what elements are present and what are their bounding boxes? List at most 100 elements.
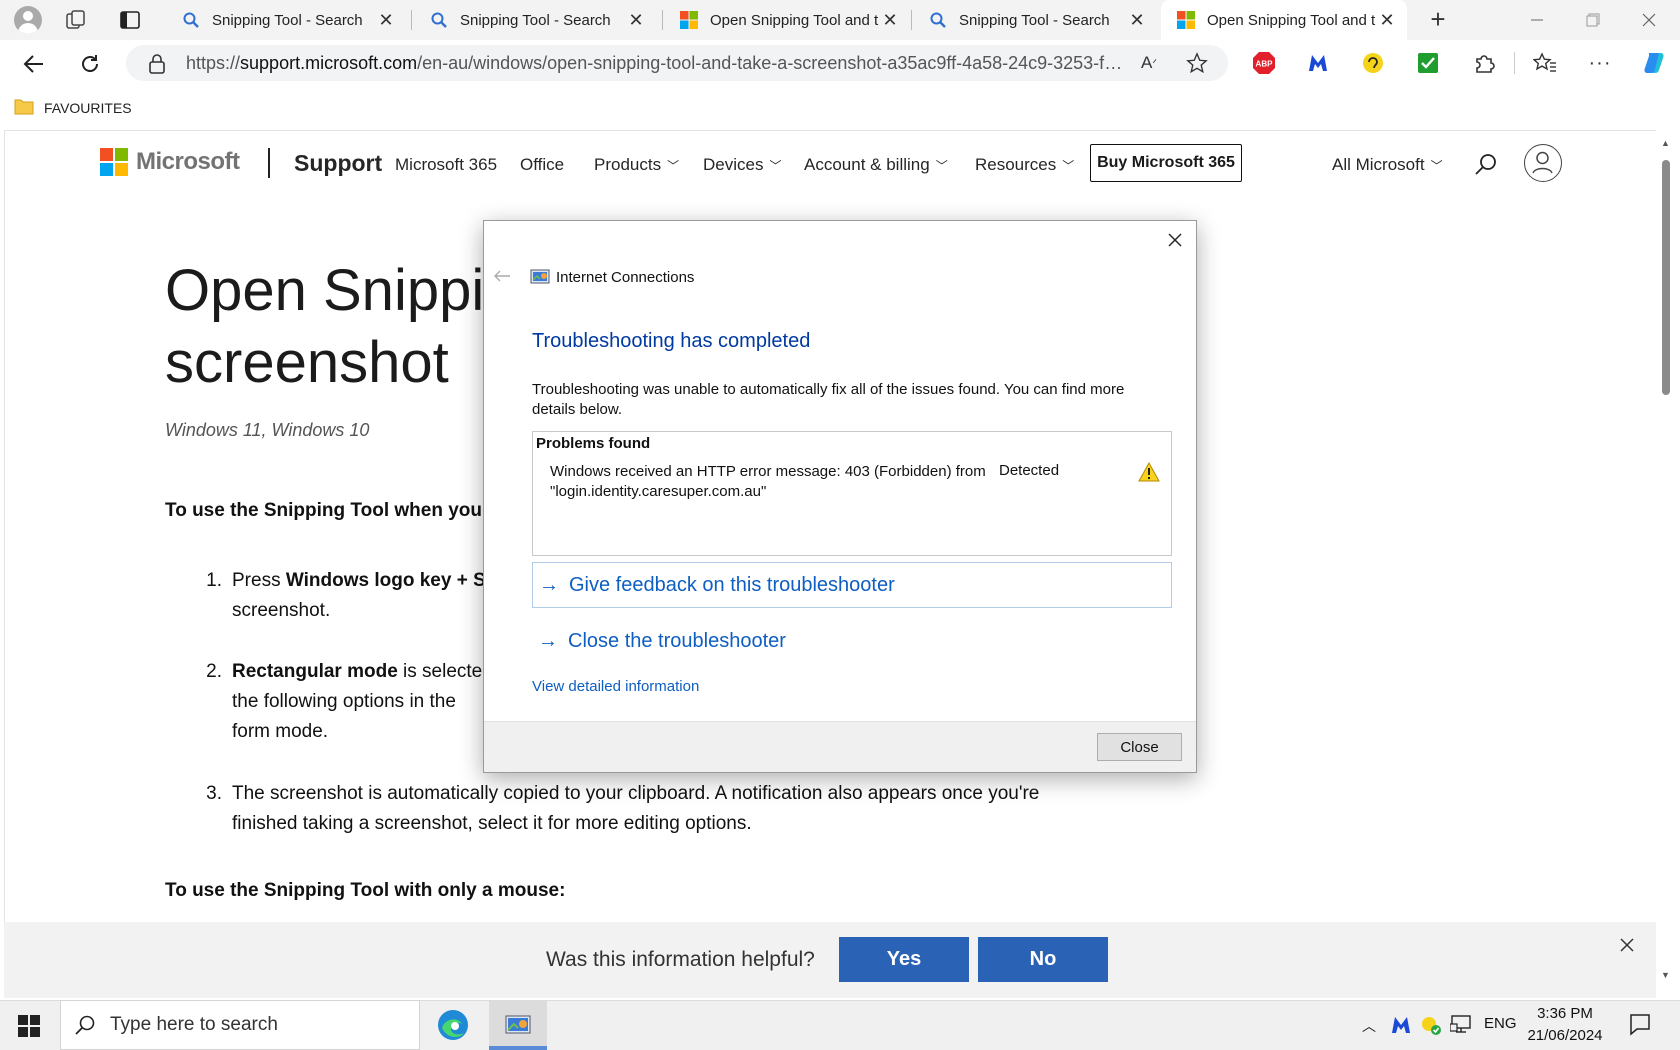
restore-icon[interactable]	[1566, 0, 1620, 40]
problem-description: Windows received an HTTP error message: …	[550, 463, 986, 500]
window-close-icon[interactable]	[1622, 0, 1676, 40]
nav-resources[interactable]: Resources ﹀	[975, 155, 1074, 175]
favourites-folder-label[interactable]: FAVOURITES	[44, 100, 132, 116]
tab-2[interactable]: Snipping Tool - Search ✕	[414, 0, 656, 40]
tab-title: Open Snipping Tool and t	[710, 11, 879, 29]
taskbar-clock[interactable]: 3:36 PM 21/06/2024	[1520, 1003, 1610, 1047]
nav-products[interactable]: Products ﹀	[594, 155, 679, 175]
copilot-icon[interactable]	[1641, 50, 1667, 76]
dialog-close-icon[interactable]	[1164, 229, 1186, 251]
troubleshooter-taskbar-button[interactable]	[489, 1000, 547, 1050]
folder-icon[interactable]	[14, 98, 34, 115]
page-scrollbar[interactable]: ▲ ▼	[1656, 130, 1676, 998]
buy-microsoft-365-button[interactable]: Buy Microsoft 365	[1090, 144, 1242, 182]
nav-account-billing[interactable]: Account & billing ﹀	[804, 155, 948, 175]
give-feedback-link[interactable]: → Give feedback on this troubleshooter	[532, 562, 1172, 608]
close-icon[interactable]: ✕	[376, 10, 396, 30]
close-button[interactable]: Close	[1097, 733, 1182, 761]
account-avatar-icon[interactable]	[1524, 144, 1562, 182]
nav-devices[interactable]: Devices ﹀	[703, 155, 781, 175]
nav-label: Products	[594, 155, 662, 174]
tab-5-active[interactable]: Open Snipping Tool and t ✕	[1161, 0, 1407, 40]
all-microsoft-menu[interactable]: All Microsoft ﹀	[1332, 155, 1443, 175]
warning-icon	[1138, 461, 1160, 482]
support-link[interactable]: Support	[294, 150, 382, 177]
vertical-tabs-icon[interactable]	[118, 8, 142, 32]
extensions-puzzle-icon[interactable]	[1471, 50, 1497, 76]
step-bold: Rectangular mode	[232, 661, 398, 682]
mouse-heading: To use the Snipping Tool with only a mou…	[165, 880, 566, 901]
svg-text:ABP: ABP	[1256, 60, 1274, 69]
dialog-back-icon[interactable]	[492, 268, 512, 284]
tab-title: Open Snipping Tool and t	[1207, 11, 1376, 29]
network-tray-icon[interactable]	[1449, 1014, 1474, 1036]
favorites-icon[interactable]	[1532, 50, 1558, 76]
minimize-icon[interactable]	[1510, 0, 1564, 40]
yes-button[interactable]: Yes	[839, 937, 969, 982]
search-icon	[74, 1014, 96, 1036]
more-icon[interactable]: ···	[1587, 50, 1613, 76]
new-tab-icon[interactable]: +	[1424, 6, 1452, 34]
favourites-bar	[0, 86, 1680, 130]
read-aloud-icon[interactable]: Aᐟ	[1136, 50, 1162, 76]
step-text: The screenshot is automatically copied t…	[232, 783, 1040, 804]
network-troubleshooter-icon	[530, 268, 550, 286]
security-tray-icon[interactable]	[1420, 1014, 1442, 1036]
language-indicator[interactable]: ENG	[1484, 1015, 1517, 1032]
malwarebytes-icon[interactable]	[1305, 50, 1331, 76]
edge-browser-icon[interactable]	[436, 1008, 470, 1042]
tab-1[interactable]: Snipping Tool - Search ✕	[166, 0, 406, 40]
step-text-line3: form mode.	[232, 721, 329, 742]
step-text-line2: finished taking a screenshot, select it …	[232, 813, 752, 834]
problems-header: Problems found	[536, 435, 651, 452]
close-troubleshooter-link[interactable]: → Close the troubleshooter	[532, 618, 1172, 664]
notification-center-icon[interactable]	[1628, 1012, 1652, 1036]
step-text-line2: screenshot.	[232, 600, 331, 621]
favorite-star-icon[interactable]	[1184, 50, 1210, 76]
tab-4[interactable]: Snipping Tool - Search ✕	[913, 0, 1157, 40]
close-icon[interactable]: ✕	[1377, 10, 1397, 30]
step-text: Press	[232, 570, 286, 591]
give-feedback-label: Give feedback on this troubleshooter	[569, 573, 895, 596]
lock-icon[interactable]	[148, 54, 166, 74]
ear-icon[interactable]	[1360, 50, 1386, 76]
tab-title: Snipping Tool - Search	[460, 11, 611, 29]
list-number: 2.	[206, 661, 222, 682]
scrollbar-thumb[interactable]	[1662, 160, 1670, 395]
arrow-right-icon: →	[539, 573, 559, 596]
clock-time: 3:36 PM	[1537, 1005, 1593, 1022]
nav-label: Devices	[703, 155, 764, 174]
list-number: 1.	[206, 570, 222, 591]
workspaces-icon[interactable]	[64, 8, 88, 32]
tab-title: Snipping Tool - Search	[959, 11, 1110, 29]
close-icon[interactable]: ✕	[880, 10, 900, 30]
checkmark-extension-icon[interactable]	[1415, 50, 1441, 76]
adblock-plus-icon[interactable]: ABP	[1251, 50, 1277, 76]
nav-office[interactable]: Office	[520, 155, 564, 175]
malwarebytes-tray-icon[interactable]	[1390, 1014, 1412, 1036]
step-text: is selecte	[397, 661, 483, 682]
nav-microsoft-365[interactable]: Microsoft 365	[395, 155, 497, 175]
close-icon[interactable]: ✕	[1127, 10, 1147, 30]
no-button[interactable]: No	[978, 937, 1108, 982]
close-feedback-icon[interactable]	[1618, 936, 1636, 954]
search-icon[interactable]	[1474, 152, 1498, 176]
chevron-up-icon[interactable]: ︿	[1362, 1016, 1376, 1036]
chevron-down-icon: ﹀	[1062, 159, 1075, 173]
chevron-down-icon: ﹀	[667, 159, 680, 173]
windows-start-icon[interactable]	[18, 1015, 40, 1037]
url-host: support.microsoft.com	[240, 53, 418, 73]
close-troubleshooter-label: Close the troubleshooter	[568, 629, 786, 652]
close-icon[interactable]: ✕	[626, 10, 646, 30]
search-icon	[430, 11, 448, 29]
profile-avatar[interactable]	[14, 6, 42, 34]
step-text-line2: the following options in the	[232, 691, 456, 712]
brand-name[interactable]: Microsoft	[136, 148, 240, 176]
refresh-icon[interactable]	[74, 48, 106, 80]
tab-3[interactable]: Open Snipping Tool and t ✕	[664, 0, 910, 40]
back-icon[interactable]	[18, 48, 50, 80]
microsoft-logo-icon[interactable]	[100, 148, 128, 176]
view-detailed-information-link[interactable]: View detailed information	[532, 678, 699, 695]
taskbar-search-placeholder[interactable]: Type here to search	[110, 1014, 278, 1036]
url-text[interactable]: https://support.microsoft.com/en-au/wind…	[186, 53, 1126, 74]
